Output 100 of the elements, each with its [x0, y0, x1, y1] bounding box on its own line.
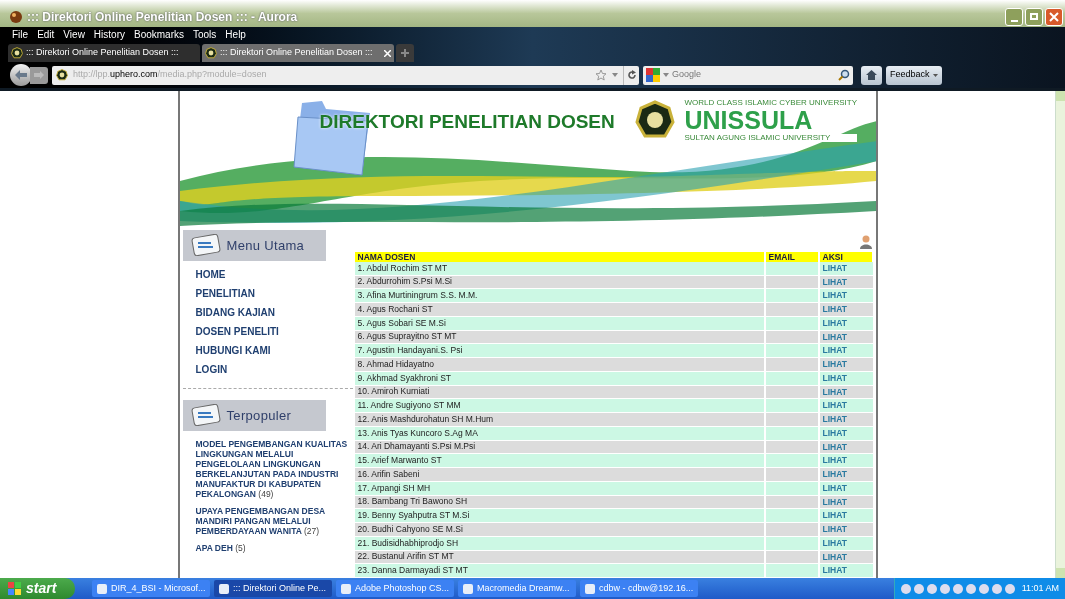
view-link[interactable]: LIHAT: [822, 345, 847, 356]
view-link[interactable]: LIHAT: [822, 331, 847, 342]
view-link[interactable]: LIHAT: [822, 455, 847, 466]
maximize-button[interactable]: [1025, 7, 1043, 26]
browser-tab[interactable]: ::: Direktori Online Penelitian Dosen :::: [202, 44, 394, 62]
view-link[interactable]: LIHAT: [822, 290, 847, 301]
forward-arrow-icon: [34, 71, 44, 79]
brand-name: UNISSULA: [684, 108, 814, 133]
reload-button[interactable]: [623, 65, 639, 85]
tray-icon[interactable]: [900, 583, 911, 594]
popular-link[interactable]: MODEL PENGEMBANGAN KUALITAS LINGKUNGAN MELALUI PENGELOLAAN LINGKUNGAN BERKELANJUTAN PADA INDUSTRI MANUFAKTUR DI KABUPATEN PEKALONGAN (49): [195, 438, 351, 499]
search-engine-icon[interactable]: [646, 68, 660, 82]
tray-icon[interactable]: [1004, 583, 1015, 594]
banner-tagline: WORLD CLASS ISLAMIC CYBER UNIVERSITY: [684, 99, 857, 107]
view-link[interactable]: LIHAT: [822, 304, 847, 314]
nav-link[interactable]: LOGIN: [195, 362, 355, 377]
view-link[interactable]: LIHAT: [822, 469, 847, 479]
start-button[interactable]: start: [0, 578, 75, 599]
close-button[interactable]: [1045, 7, 1063, 26]
close-icon: [1049, 11, 1059, 22]
nav-link[interactable]: BIDANG KAJIAN: [195, 305, 355, 320]
close-icon[interactable]: [384, 49, 391, 57]
address-field[interactable]: http://lpp.uphero.com/media.php?module=dosen: [52, 65, 639, 85]
windows-logo-icon: [8, 581, 22, 596]
taskbar-button[interactable]: ::: Direktori Online Pe...: [214, 580, 332, 597]
popular-heading: Terpopuler: [182, 399, 326, 431]
view-link[interactable]: LIHAT: [822, 510, 847, 521]
view-link[interactable]: LIHAT: [822, 372, 847, 383]
clock: 11:01 AM: [1021, 581, 1059, 595]
view-link[interactable]: LIHAT: [822, 414, 847, 424]
tray-icon[interactable]: [978, 583, 989, 594]
menu-item[interactable]: View: [63, 29, 85, 40]
app-icon: [97, 583, 107, 594]
banner-subtitle: SULTAN AGUNG ISLAMIC UNIVERSITY: [684, 134, 857, 142]
home-button[interactable]: [861, 65, 882, 85]
caret-icon: [932, 73, 938, 77]
menu-item[interactable]: Bookmarks: [134, 29, 184, 40]
dropdown-caret-icon[interactable]: [663, 73, 669, 77]
menu-item[interactable]: History: [93, 29, 125, 40]
minimize-button[interactable]: [1005, 7, 1023, 26]
reload-icon: [626, 70, 637, 80]
menu-item[interactable]: Edit: [37, 29, 55, 40]
menu-item[interactable]: Tools: [193, 29, 217, 40]
search-input[interactable]: Google: [672, 68, 822, 82]
home-icon: [866, 70, 877, 80]
view-link[interactable]: LIHAT: [822, 262, 847, 273]
browser-logo-icon: [10, 10, 22, 23]
dropdown-caret-icon[interactable]: [612, 73, 618, 77]
window-title: ::: Direktori Online Penelitian Dosen ::: - Aurora: [27, 8, 298, 26]
tray-icon[interactable]: [926, 583, 937, 594]
view-link[interactable]: LIHAT: [822, 551, 847, 562]
tray-icon[interactable]: [991, 583, 1002, 594]
view-link[interactable]: LIHAT: [822, 386, 847, 397]
back-button[interactable]: [10, 64, 32, 86]
app-icon: [219, 583, 229, 594]
university-emblem-icon: [634, 100, 675, 140]
taskbar-button[interactable]: Adobe Photoshop CS...: [336, 580, 454, 597]
tray-icon[interactable]: [939, 583, 950, 594]
note-icon: [190, 234, 221, 257]
view-link[interactable]: LIHAT: [822, 524, 847, 534]
forward-button[interactable]: [30, 66, 48, 84]
view-link[interactable]: LIHAT: [822, 441, 847, 452]
tray-icon[interactable]: [913, 583, 924, 594]
view-link[interactable]: LIHAT: [822, 496, 847, 507]
taskbar-button[interactable]: DIR_4_BSI - Microsof...: [92, 580, 210, 597]
app-icon: [463, 583, 473, 594]
tray-icon[interactable]: [952, 583, 963, 594]
taskbar-button[interactable]: Macromedia Dreamw...: [458, 580, 576, 597]
view-link[interactable]: LIHAT: [822, 359, 847, 369]
view-link[interactable]: LIHAT: [822, 276, 847, 287]
user-icon[interactable]: [859, 234, 872, 249]
note-icon: [190, 404, 221, 427]
view-link[interactable]: LIHAT: [822, 482, 847, 493]
view-link[interactable]: LIHAT: [822, 427, 847, 438]
site-favicon-icon: [11, 47, 23, 59]
browser-tab[interactable]: ::: Direktori Online Penelitian Dosen :::: [8, 44, 200, 62]
popular-link[interactable]: UPAYA PENGEMBANGAN DESA MANDIRI PANGAN MELALUI PEMBERDAYAAN WANITA (27): [195, 505, 351, 536]
view-link[interactable]: LIHAT: [822, 317, 847, 328]
nav-link[interactable]: HOME: [195, 267, 355, 282]
search-icon[interactable]: [838, 69, 850, 81]
star-icon[interactable]: [595, 69, 607, 81]
feedback-button[interactable]: Feedback: [886, 65, 942, 85]
menu-item[interactable]: Help: [225, 29, 246, 40]
plus-icon: [401, 49, 409, 57]
menu-heading: Menu Utama: [182, 229, 326, 261]
taskbar-button[interactable]: cdbw - cdbw@192.16...: [580, 580, 698, 597]
new-tab-button[interactable]: [396, 44, 414, 62]
site-favicon-icon: [205, 47, 217, 59]
back-arrow-icon: [15, 70, 27, 80]
nav-link[interactable]: DOSEN PENELITI: [195, 324, 355, 339]
view-link[interactable]: LIHAT: [822, 537, 847, 548]
popular-link[interactable]: APA DEH (5): [195, 542, 351, 553]
search-box[interactable]: Google: [643, 65, 853, 85]
view-link[interactable]: LIHAT: [822, 565, 847, 576]
menu-item[interactable]: File: [12, 29, 29, 40]
tray-icon[interactable]: [965, 583, 976, 594]
nav-link[interactable]: PENELITIAN: [195, 286, 355, 301]
nav-link[interactable]: HUBUNGI KAMI: [195, 343, 355, 358]
view-link[interactable]: LIHAT: [822, 400, 847, 411]
scrollbar[interactable]: [1055, 91, 1065, 578]
